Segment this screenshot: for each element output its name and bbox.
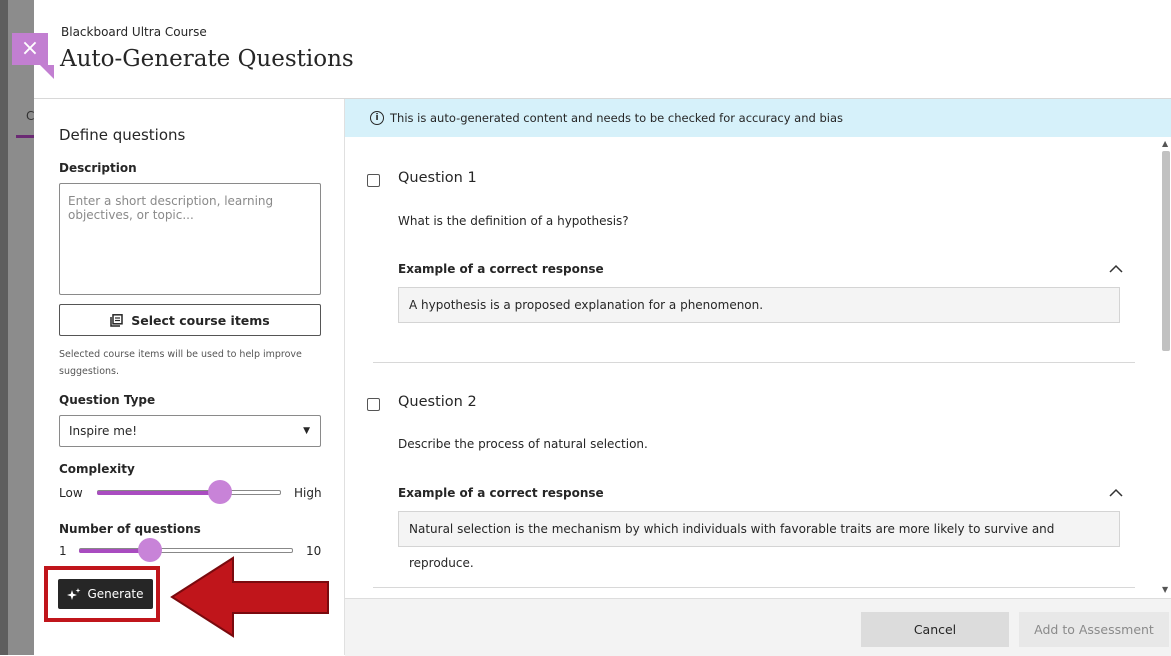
complexity-label: Complexity [59,462,135,476]
background-window-edge [0,0,8,655]
complexity-slider-thumb[interactable] [208,480,232,504]
question-2-checkbox[interactable] [367,398,380,411]
red-arrow-pointer [170,556,329,638]
chevron-up-icon[interactable] [1109,488,1123,498]
chevron-down-icon: ▼ [303,426,310,436]
background-tab-indicator [16,135,34,138]
description-label: Description [59,161,137,175]
close-icon: × [20,36,40,61]
course-items-icon [110,313,123,327]
question-divider [373,587,1135,588]
info-icon: i [370,111,384,125]
notice-text: This is auto-generated content and needs… [390,111,844,125]
question-1-answer-label: Example of a correct response [398,262,604,276]
helper-text: Selected course items will be used to he… [59,349,302,377]
generate-button[interactable]: Generate [58,579,153,609]
question-type-label: Question Type [59,393,156,407]
cancel-button[interactable]: Cancel [861,612,1009,647]
scroll-up-icon[interactable]: ▲ [1162,139,1168,148]
complexity-high-label: High [294,486,322,500]
question-divider [373,362,1135,363]
question-1-checkbox[interactable] [367,174,380,187]
question-2-answer-label: Example of a correct response [398,486,604,500]
breadcrumb: Blackboard Ultra Course [61,25,207,39]
scrollbar-thumb[interactable] [1162,151,1170,351]
add-to-assessment-button[interactable]: Add to Assessment [1019,612,1169,647]
question-type-value: Inspire me! [69,424,138,438]
panel-title: Define questions [59,126,186,144]
question-type-select[interactable]: Inspire me! ▼ [59,415,321,447]
description-input[interactable]: Enter a short description, learning obje… [59,183,321,295]
select-course-items-button[interactable]: Select course items [59,304,321,336]
scroll-down-icon[interactable]: ▼ [1162,585,1168,594]
number-slider-thumb[interactable] [138,538,162,562]
number-min-label: 1 [59,544,67,558]
select-course-items-label: Select course items [131,312,270,328]
ai-content-notice: i This is auto-generated content and nee… [345,99,1171,137]
cancel-label: Cancel [913,622,957,637]
generate-label: Generate [87,587,144,601]
close-button[interactable]: × [12,33,54,79]
complexity-slider-fill [97,491,220,495]
question-2-answer: Natural selection is the mechanism by wh… [398,511,1120,570]
question-1-title: Question 1 [398,170,477,186]
sparkle-icon [67,588,81,600]
page-title: Auto-Generate Questions [60,46,354,72]
question-2-text: Describe the process of natural selectio… [398,437,648,451]
number-of-questions-label: Number of questions [59,522,201,536]
question-1-text: What is the definition of a hypothesis? [398,214,629,228]
complexity-low-label: Low [59,486,83,500]
chevron-up-icon[interactable] [1109,264,1123,274]
add-to-assessment-label: Add to Assessment [1034,622,1154,637]
question-1-answer: A hypothesis is a proposed explanation f… [398,287,1120,323]
question-2-title: Question 2 [398,394,477,410]
